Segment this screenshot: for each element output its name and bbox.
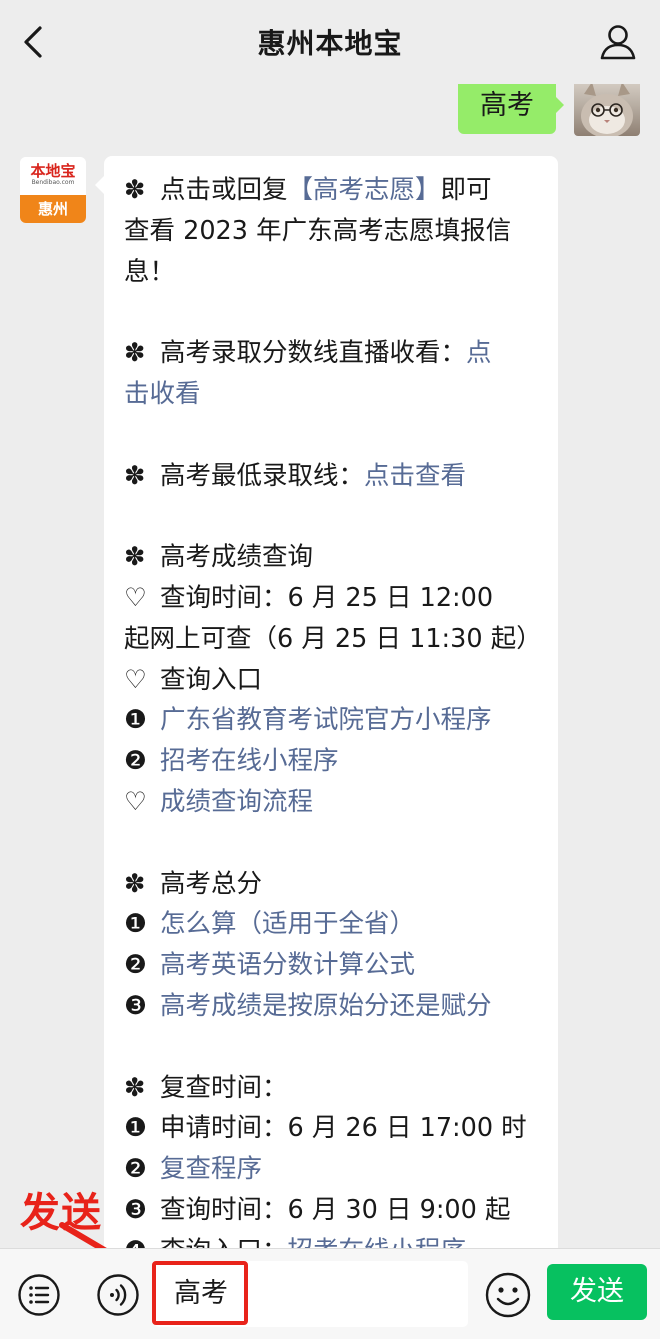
send-button[interactable]: 发送 [547, 1264, 647, 1320]
message-line: ✽ 复查时间： [124, 1068, 542, 1109]
raw-vs-assigned-score-link[interactable]: 高考成绩是按原始分还是赋分 [160, 991, 492, 1021]
profile-button[interactable] [598, 20, 638, 64]
message-line: ❶ 申请时间：6 月 26 日 17:00 时 [124, 1108, 542, 1149]
message-line: ❸ 查询时间：6 月 30 日 9:00 起 [124, 1190, 542, 1231]
number-1-icon: ❶ [124, 705, 147, 736]
line-text: 查询入口 [160, 664, 263, 695]
message-line: ❸ 高考成绩是按原始分还是赋分 [124, 986, 542, 1027]
message-line: ❶ 怎么算（适用于全省） [124, 904, 542, 945]
flower-bullet-icon: ✽ [124, 542, 146, 573]
message-line: ✽ 点击或回复【高考志愿】即可 [124, 170, 542, 211]
flower-bullet-icon: ✽ [124, 868, 146, 899]
flower-bullet-icon: ✽ [124, 175, 146, 205]
voice-button[interactable] [96, 1273, 140, 1317]
message-line: ♡ 查询时间：6 月 25 日 12:00 [124, 578, 542, 619]
emoji-button[interactable] [484, 1271, 532, 1319]
live-watch-link[interactable]: 击收看 [124, 374, 542, 415]
user-avatar[interactable] [574, 84, 640, 136]
message-line: ❹查询入口：招考在线小程序 [124, 1231, 542, 1248]
line-text: 复查时间： [160, 1072, 288, 1103]
message-line: ❷ 高考英语分数计算公式 [124, 945, 542, 986]
flower-bullet-icon: ✽ [124, 338, 146, 369]
review-procedure-link[interactable]: 复查程序 [160, 1154, 262, 1184]
number-3-icon: ❸ [124, 990, 147, 1021]
number-1-icon: ❶ [124, 909, 147, 940]
gaokao-zhiyuan-link[interactable]: 【高考志愿】 [288, 175, 441, 205]
message-line: ✽ 高考成绩查询 [124, 537, 542, 578]
list-icon [18, 1274, 60, 1316]
live-watch-link[interactable]: 点 [466, 338, 492, 368]
message-line: 息！ [124, 256, 176, 287]
message-line: ✽ 高考总分 [124, 864, 542, 905]
line-text: 即可 [440, 175, 492, 205]
message-line: ❶ 广东省教育考试院官方小程序 [124, 700, 542, 741]
smiley-icon [485, 1272, 531, 1318]
person-icon [600, 25, 636, 60]
bot-avatar[interactable]: 本地宝 Bendibao.com 惠州 [20, 157, 86, 223]
avatar-city: 惠州 [20, 195, 86, 223]
heart-bullet-icon: ♡ [124, 582, 147, 613]
line-text: 高考最低录取线： [160, 460, 365, 491]
flower-bullet-icon: ✽ [124, 1072, 146, 1103]
exam-institute-miniprogram-link[interactable]: 广东省教育考试院官方小程序 [160, 705, 492, 735]
message-line: ✽ 高考录取分数线直播收看：点 [124, 333, 542, 374]
score-query-flow-link[interactable]: 成绩查询流程 [160, 787, 313, 817]
line-text: 高考成绩查询 [160, 542, 314, 573]
message-line: ❷ 招考在线小程序 [124, 741, 542, 782]
voice-icon [97, 1274, 139, 1316]
message-line: ❷ 复查程序 [124, 1149, 542, 1190]
zhaokao-online-link[interactable]: 招考在线小程序 [288, 1236, 467, 1248]
line-text: 高考总分 [160, 868, 263, 899]
message-line: 查看 2023 年广东高考志愿填报信 [124, 215, 512, 246]
message-line: ✽ 高考最低录取线：点击查看 [124, 456, 542, 497]
english-score-link[interactable]: 高考英语分数计算公式 [160, 950, 415, 980]
min-score-link[interactable]: 点击查看 [364, 461, 466, 491]
outgoing-message-bubble[interactable]: 高考 [458, 84, 556, 134]
line-text: 查询时间：6 月 30 日 9:00 起 [160, 1194, 511, 1225]
line-text: 查询时间：6 月 25 日 12:00 [160, 582, 494, 613]
heart-bullet-icon: ♡ [124, 786, 147, 817]
line-text: 申请时间：6 月 26 日 17:00 时 [160, 1113, 527, 1144]
message-line: ♡ 查询入口 [124, 660, 542, 701]
message-line: 起网上可查（6 月 25 日 11:30 起） [124, 623, 542, 654]
avatar-logo-top: 本地宝 Bendibao.com [20, 157, 86, 195]
incoming-message-bubble: ✽ 点击或回复【高考志愿】即可 查看 2023 年广东高考志愿填报信 息！ ✽ 高考… [104, 156, 558, 1248]
incoming-bubble-tail [95, 176, 104, 194]
chat-title: 惠州本地宝 [257, 27, 403, 60]
top-nav-bar: 惠州本地宝 [0, 0, 660, 84]
outgoing-bubble-tail [555, 96, 564, 114]
message-line: ♡ 成绩查询流程 [124, 782, 542, 823]
number-1-icon: ❶ [124, 1113, 147, 1144]
total-score-link[interactable]: 怎么算（适用于全省） [160, 909, 415, 939]
number-2-icon: ❷ [124, 1154, 147, 1185]
chat-area[interactable]: 高考 本地宝 Bendibao.com 惠州 ✽ 点击或回复【高考志愿】即可 查看… [0, 84, 660, 1248]
line-text: 点击或回复 [160, 175, 288, 205]
input-bar: 高考 发送 [0, 1248, 660, 1339]
heart-bullet-icon: ♡ [124, 664, 147, 695]
flower-bullet-icon: ✽ [124, 460, 146, 491]
cat-avatar-image [581, 84, 633, 136]
number-2-icon: ❷ [124, 746, 147, 777]
number-2-icon: ❷ [124, 950, 147, 981]
menu-button[interactable] [17, 1273, 61, 1317]
input-highlight-box [152, 1261, 248, 1325]
avatar-brand: 本地宝 [30, 162, 76, 180]
line-text: 高考录取分数线直播收看： [160, 338, 467, 369]
zhaokao-online-link[interactable]: 招考在线小程序 [160, 746, 339, 776]
avatar-brand-sub: Bendibao.com [31, 179, 75, 186]
